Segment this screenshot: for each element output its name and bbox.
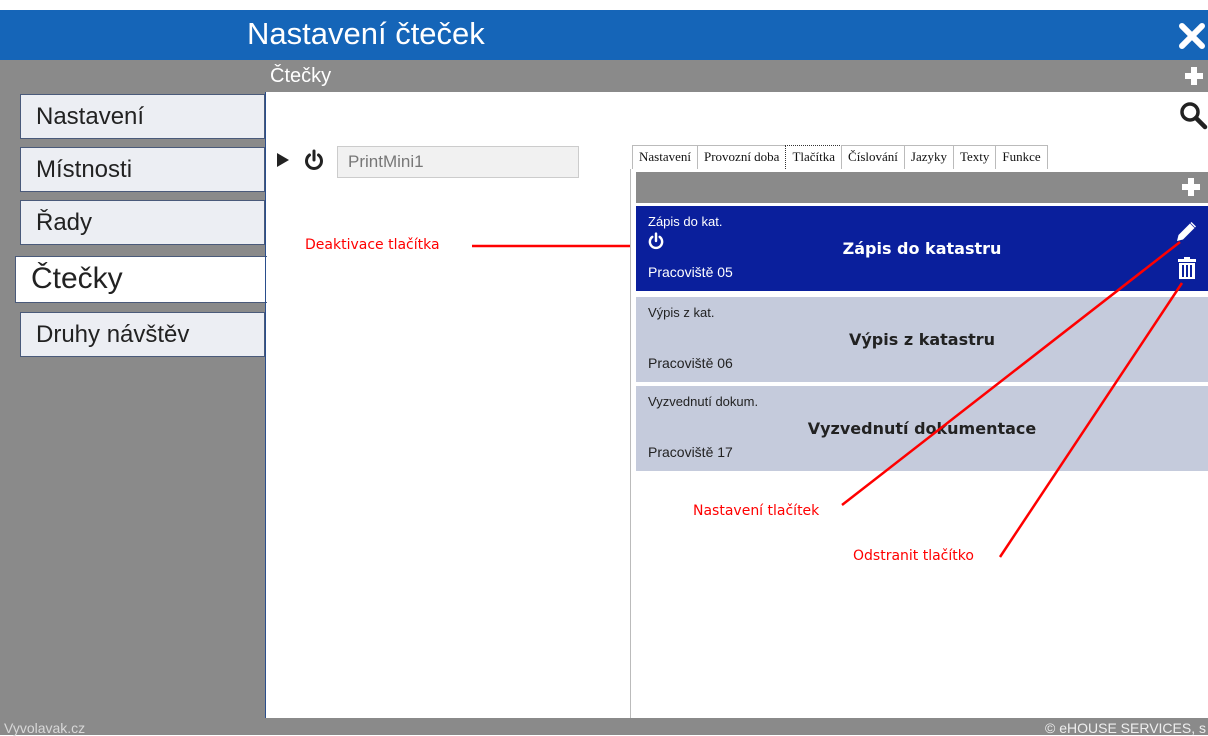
sidebar-item-rooms[interactable]: Místnosti bbox=[20, 147, 265, 192]
button-short-name: Výpis z kat. bbox=[648, 305, 715, 320]
edit-button[interactable] bbox=[1174, 220, 1198, 244]
reader-name-field[interactable] bbox=[337, 146, 579, 178]
tab-opening-hours[interactable]: Provozní doba bbox=[696, 145, 787, 169]
delete-button[interactable] bbox=[1176, 256, 1198, 280]
button-label: Vyzvednutí dokumentace bbox=[807, 419, 1037, 438]
play-icon bbox=[277, 153, 289, 167]
sidebar-item-label: Čtečky bbox=[31, 262, 123, 295]
button-workplace: Pracoviště 05 bbox=[648, 264, 733, 280]
window-title: Nastavení čteček bbox=[247, 16, 485, 51]
button-workplace: Pracoviště 06 bbox=[648, 355, 733, 371]
tab-bar: Nastavení Provozní doba Tlačítka Číslová… bbox=[632, 145, 1048, 169]
sidebar-item-label: Řady bbox=[36, 209, 93, 236]
tab-settings[interactable]: Nastavení bbox=[632, 145, 698, 169]
panel-header bbox=[636, 172, 1208, 203]
sidebar-item-label: Místnosti bbox=[36, 156, 133, 183]
button-workplace: Pracoviště 17 bbox=[648, 444, 733, 460]
tab-languages[interactable]: Jazyky bbox=[903, 145, 954, 169]
tab-buttons[interactable]: Tlačítka bbox=[785, 145, 843, 169]
section-title: Čtečky bbox=[270, 65, 332, 87]
footer-copyright: © eHOUSE SERVICES, s bbox=[1045, 720, 1206, 736]
close-icon bbox=[1179, 23, 1205, 49]
add-reader-button[interactable] bbox=[1183, 65, 1205, 87]
button-label: Výpis z katastru bbox=[848, 330, 996, 349]
title-bar bbox=[0, 10, 1208, 60]
footer-left-text: Vyvolavak.cz bbox=[4, 720, 86, 736]
annotation-settings: Nastavení tlačítek bbox=[693, 503, 820, 519]
reader-power-button[interactable] bbox=[303, 149, 325, 171]
add-button-button[interactable] bbox=[1180, 176, 1202, 198]
sidebar-item-queues[interactable]: Řady bbox=[20, 200, 265, 245]
trash-icon bbox=[1178, 257, 1196, 279]
expand-reader-button[interactable] bbox=[275, 152, 291, 168]
search-icon bbox=[1180, 102, 1208, 130]
button-card[interactable]: Výpis z kat. Výpis z katastru Pracoviště… bbox=[636, 297, 1208, 382]
tab-texts[interactable]: Texty bbox=[953, 145, 997, 169]
power-icon bbox=[305, 149, 323, 170]
sidebar-item-label: Druhy návštěv bbox=[36, 321, 190, 348]
search-button[interactable] bbox=[1178, 100, 1208, 130]
plus-icon bbox=[1185, 67, 1203, 85]
annotation-remove: Odstranit tlačítko bbox=[853, 548, 974, 564]
button-short-name: Vyzvednutí dokum. bbox=[648, 394, 759, 409]
annotation-deactivate: Deaktivace tlačítka bbox=[305, 237, 440, 253]
sidebar-item-settings[interactable]: Nastavení bbox=[20, 94, 265, 139]
button-card[interactable]: Vyzvednutí dokum. Vyzvednutí dokumentace… bbox=[636, 386, 1208, 471]
plus-icon bbox=[1182, 178, 1200, 196]
sidebar-item-visit-types[interactable]: Druhy návštěv bbox=[20, 312, 265, 357]
tab-functions[interactable]: Funkce bbox=[995, 145, 1048, 169]
button-card[interactable]: Zápis do kat. Zápis do katastru Pracoviš… bbox=[636, 206, 1208, 291]
sidebar: Nastavení Místnosti Řady Čtečky Druhy ná… bbox=[0, 92, 267, 718]
tab-numbering[interactable]: Číslování bbox=[841, 145, 905, 169]
close-button[interactable] bbox=[1178, 22, 1206, 50]
footer bbox=[0, 718, 1208, 735]
pencil-icon bbox=[1177, 222, 1196, 241]
divider bbox=[265, 92, 266, 718]
sidebar-item-readers[interactable]: Čtečky bbox=[15, 256, 267, 303]
section-bar bbox=[0, 60, 1208, 92]
sidebar-item-label: Nastavení bbox=[36, 103, 145, 130]
button-label: Zápis do katastru bbox=[842, 239, 1002, 258]
button-short-name: Zápis do kat. bbox=[648, 214, 723, 229]
